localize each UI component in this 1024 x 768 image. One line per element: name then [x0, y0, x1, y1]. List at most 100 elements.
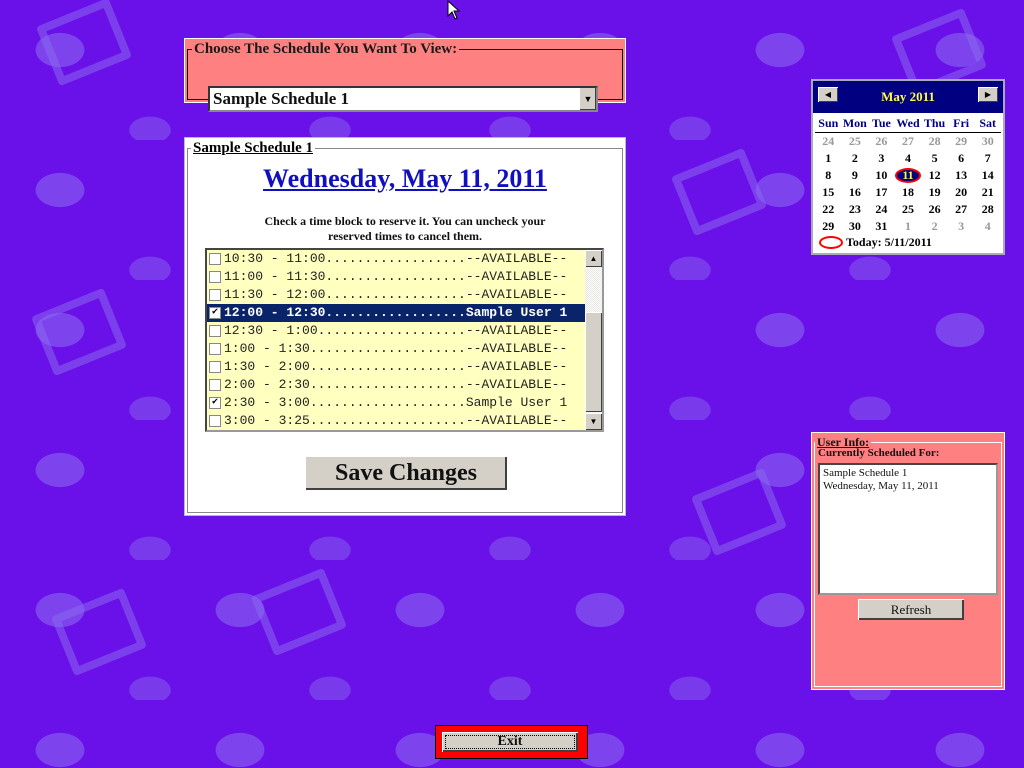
- calendar-day[interactable]: 25: [842, 133, 869, 150]
- schedule-date-link[interactable]: Wednesday, May 11, 2011: [185, 164, 625, 194]
- time-slot-label: 12:00 - 12:30..................Sample Us…: [224, 305, 568, 320]
- calendar-day-number: 25: [901, 202, 914, 216]
- calendar-day[interactable]: 8: [815, 167, 842, 184]
- calendar-day[interactable]: 1: [815, 150, 842, 167]
- calendar-day-number: 15: [822, 185, 835, 199]
- calendar-day[interactable]: 23: [842, 201, 869, 218]
- save-changes-button[interactable]: Save Changes: [305, 456, 507, 490]
- time-slot-row[interactable]: 1:00 - 1:30....................--AVAILAB…: [207, 340, 585, 358]
- day-of-week-header: Fri: [953, 116, 970, 130]
- time-slot-checkbox[interactable]: [209, 325, 221, 337]
- scroll-up-icon[interactable]: ▲: [585, 250, 602, 267]
- calendar-day[interactable]: 2: [842, 150, 869, 167]
- calendar-day[interactable]: 25: [895, 201, 922, 218]
- time-slot-row[interactable]: 3:00 - 3:25....................--AVAILAB…: [207, 412, 585, 430]
- calendar-day[interactable]: 24: [815, 133, 842, 150]
- scroll-down-icon[interactable]: ▼: [585, 413, 602, 430]
- schedule-select[interactable]: Sample Schedule 1 ▼: [208, 86, 598, 112]
- calendar-week: 22 23 24 25 26 27 28: [815, 201, 1001, 218]
- calendar-day-number: 1: [825, 151, 832, 165]
- day-of-week-header: Tue: [871, 116, 891, 130]
- calendar-day[interactable]: 29: [815, 218, 842, 235]
- calendar-day[interactable]: 14: [974, 167, 1001, 184]
- calendar-day[interactable]: 30: [974, 133, 1001, 150]
- calendar-day[interactable]: 15: [815, 184, 842, 201]
- time-slot-row[interactable]: 12:30 - 1:00...................--AVAILAB…: [207, 322, 585, 340]
- calendar-day[interactable]: 6: [948, 150, 975, 167]
- calendar-day[interactable]: 22: [815, 201, 842, 218]
- calendar-day-number: 7: [984, 151, 991, 165]
- instructions-line: Check a time block to reserve it. You ca…: [264, 214, 546, 228]
- calendar-day[interactable]: 21: [974, 184, 1001, 201]
- calendar-grid: Sun Mon Tue Wed Thu Fri Sat 24 25 26 27 28 29 30 1 2 3 4…: [815, 115, 1001, 235]
- calendar-day-number: 10: [875, 168, 888, 182]
- calendar-day[interactable]: 29: [948, 133, 975, 150]
- calendar-day[interactable]: 28: [974, 201, 1001, 218]
- calendar-day[interactable]: 7: [974, 150, 1001, 167]
- calendar-day[interactable]: 5: [921, 150, 948, 167]
- time-slot-row[interactable]: 11:00 - 11:30..................--AVAILAB…: [207, 268, 585, 286]
- calendar-day[interactable]: 9: [842, 167, 869, 184]
- scrollbar-thumb[interactable]: [585, 312, 602, 412]
- currently-scheduled-textarea[interactable]: Sample Schedule 1 Wednesday, May 11, 201…: [818, 463, 998, 595]
- calendar-day-number: 8: [825, 168, 832, 182]
- calendar-day-number: 13: [955, 168, 968, 182]
- exit-button[interactable]: Exit: [442, 732, 578, 752]
- time-slot-rows: 10:30 - 11:00..................--AVAILAB…: [207, 250, 585, 430]
- calendar-day[interactable]: 26: [921, 201, 948, 218]
- calendar-day[interactable]: 27: [895, 133, 922, 150]
- calendar-day[interactable]: 13: [948, 167, 975, 184]
- calendar-day[interactable]: 4: [895, 150, 922, 167]
- time-slot-checkbox[interactable]: ✔: [209, 307, 221, 319]
- calendar-day[interactable]: 17: [868, 184, 895, 201]
- calendar-day[interactable]: 27: [948, 201, 975, 218]
- calendar-day-number: 9: [851, 168, 858, 182]
- time-slot-row[interactable]: 1:30 - 2:00....................--AVAILAB…: [207, 358, 585, 376]
- calendar-day-number: 24: [822, 134, 835, 148]
- calendar-day[interactable]: 1: [895, 218, 922, 235]
- chevron-down-icon[interactable]: ▼: [579, 88, 596, 110]
- time-slot-checkbox[interactable]: [209, 289, 221, 301]
- time-slot-checkbox[interactable]: [209, 361, 221, 373]
- time-slot-row[interactable]: 11:30 - 12:00..................--AVAILAB…: [207, 286, 585, 304]
- calendar-day-number: 28: [928, 134, 941, 148]
- calendar-day[interactable]: 30: [842, 218, 869, 235]
- time-slot-checkbox[interactable]: [209, 253, 221, 265]
- schedule-panel: Sample Schedule 1 Wednesday, May 11, 201…: [184, 137, 626, 516]
- time-slot-checkbox[interactable]: [209, 379, 221, 391]
- calendar-day[interactable]: 24: [868, 201, 895, 218]
- calendar-day[interactable]: 31: [868, 218, 895, 235]
- calendar-day[interactable]: 12: [921, 167, 948, 184]
- calendar-day[interactable]: 26: [868, 133, 895, 150]
- calendar-day[interactable]: 20: [948, 184, 975, 201]
- background-computer-icon: [670, 147, 768, 237]
- calendar-day[interactable]: 19: [921, 184, 948, 201]
- time-slot-row[interactable]: 2:00 - 2:30....................--AVAILAB…: [207, 376, 585, 394]
- calendar-day[interactable]: 2: [921, 218, 948, 235]
- calendar-day[interactable]: 3: [948, 218, 975, 235]
- day-of-week-header: Mon: [842, 116, 867, 130]
- calendar-day[interactable]: 16: [842, 184, 869, 201]
- refresh-button[interactable]: Refresh: [858, 599, 964, 620]
- calendar-day[interactable]: 10: [868, 167, 895, 184]
- time-slot-label: 1:00 - 1:30....................--AVAILAB…: [224, 341, 568, 356]
- today-ring-icon: [819, 236, 843, 249]
- right-arrow-icon[interactable]: ▶: [978, 87, 998, 102]
- time-slot-row[interactable]: 10:30 - 11:00..................--AVAILAB…: [207, 250, 585, 268]
- calendar-day[interactable]: 3: [868, 150, 895, 167]
- list-scrollbar[interactable]: ▲ ▼: [585, 250, 602, 430]
- calendar-day[interactable]: 4: [974, 218, 1001, 235]
- time-slot-label: 11:00 - 11:30..................--AVAILAB…: [224, 269, 568, 284]
- calendar-day[interactable]: 18: [895, 184, 922, 201]
- calendar-day-today[interactable]: 11: [894, 167, 922, 184]
- scheduled-line: Sample Schedule 1: [823, 467, 908, 479]
- time-slot-row[interactable]: ✔ 2:30 - 3:00....................Sample U…: [207, 394, 585, 412]
- exit-button-frame: Exit: [435, 725, 588, 759]
- time-slot-checkbox[interactable]: [209, 271, 221, 283]
- time-slot-checkbox[interactable]: [209, 343, 221, 355]
- time-slot-checkbox[interactable]: ✔: [209, 397, 221, 409]
- time-slot-list[interactable]: 10:30 - 11:00..................--AVAILAB…: [205, 248, 604, 432]
- time-slot-checkbox[interactable]: [209, 415, 221, 427]
- calendar-day[interactable]: 28: [921, 133, 948, 150]
- time-slot-row[interactable]: ✔ 12:00 - 12:30..................Sample U…: [207, 304, 585, 322]
